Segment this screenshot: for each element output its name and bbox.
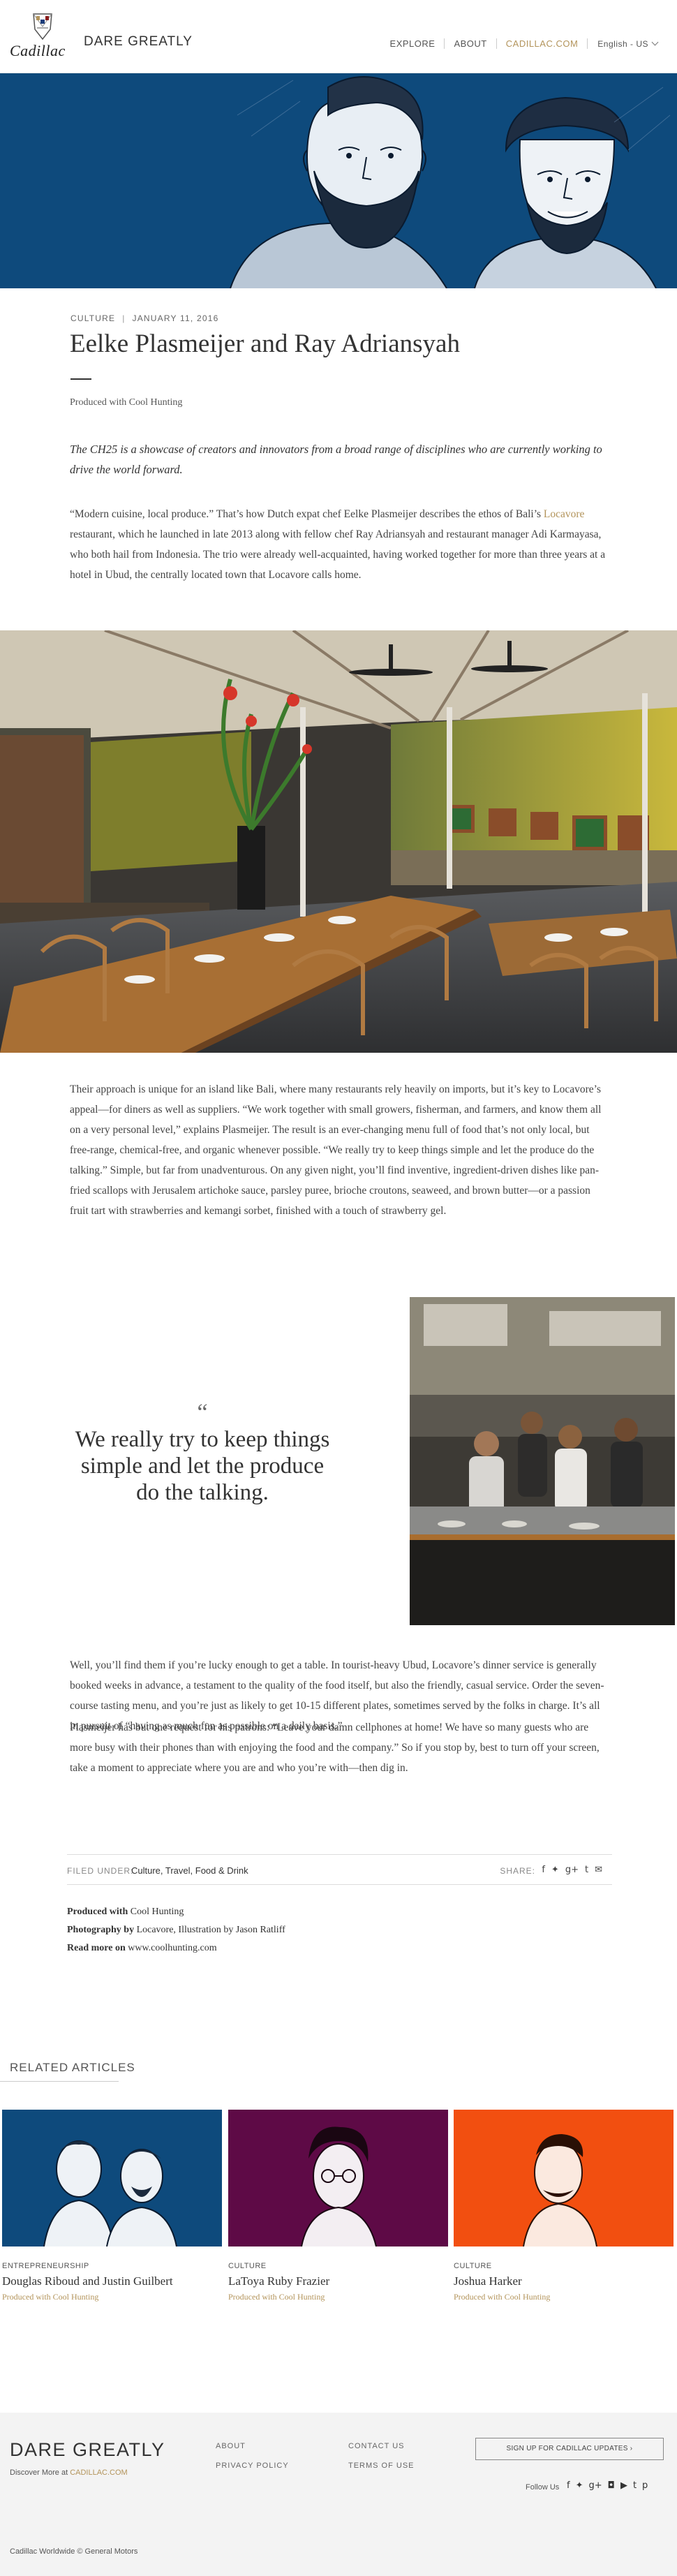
related-articles-heading: RELATED ARTICLES [10,2061,135,2074]
filed-under-tags[interactable]: Culture, Travel, Food & Drink [131,1865,248,1876]
restaurant-interior-photo [0,630,677,1053]
credit-value: Cool Hunting [130,1907,184,1917]
article-intro: The CH25 is a showcase of creators and i… [70,443,602,476]
discover-more: Discover More at CADILLAC.COM [10,2468,128,2477]
site-footer: DARE GREATLY Discover More at CADILLAC.C… [0,2413,677,2576]
related-thumbnail[interactable] [454,2110,674,2246]
paragraph-text: “Modern cuisine, local produce.” That’s … [70,508,544,520]
kitchen-chefs-image [410,1297,675,1625]
related-title[interactable]: LaToya Ruby Frazier [228,2274,448,2288]
filed-under-bar: FILED UNDER: Culture, Travel, Food & Dri… [67,1854,612,1885]
portrait-illustration [301,2126,377,2246]
hero-illustration [0,73,677,288]
discover-cadillac-link[interactable]: CADILLAC.COM [70,2468,128,2477]
related-produced: Produced with Cool Hunting [2,2292,99,2302]
title-divider [70,378,91,380]
article-title: Eelke Plasmeijer and Ray Adriansyah [70,330,460,358]
credit-value: Locavore, Illustration by Jason Ratliff [136,1925,285,1935]
article-category[interactable]: CULTURE [70,313,115,323]
related-category: CULTURE [228,2262,267,2270]
share-label: SHARE: [500,1866,535,1876]
credit-label: Produced with [67,1907,128,1917]
related-article-card[interactable]: CULTURE LaToya Ruby Frazier Produced wit… [228,2110,448,2302]
quote-mark-icon: “ [197,1400,208,1426]
credit-read-more: Read more on www.coolhunting.com [67,1939,285,1957]
tumblr-icon[interactable]: t [633,2480,637,2491]
related-title[interactable]: Joshua Harker [454,2274,674,2288]
pinterest-icon[interactable]: p [642,2480,648,2491]
portrait-illustration [523,2134,597,2246]
related-divider [0,2081,119,2082]
footer-privacy-link[interactable]: PRIVACY POLICY [216,2462,289,2470]
tumblr-icon[interactable]: t [585,1865,588,1875]
share-icons: f ✦ g+ t ✉ [542,1865,602,1875]
logo-text: Cadillac [10,42,66,59]
kitchen-chefs-photo [410,1297,675,1625]
related-thumbnail[interactable] [228,2110,448,2246]
meta-divider: | [122,313,126,323]
produced-with: Produced with Cool Hunting [70,397,183,408]
credit-label: Read more on [67,1943,126,1953]
chevron-down-icon [651,38,659,45]
cadillac-crest-icon [33,13,52,40]
footer-contact-link[interactable]: CONTACT US [348,2442,405,2450]
portrait-illustration [43,2140,177,2246]
signup-updates-button[interactable]: SIGN UP FOR CADILLAC UPDATES › [475,2438,664,2460]
related-title[interactable]: Douglas Riboud and Justin Guilbert [2,2274,222,2288]
related-produced: Produced with Cool Hunting [228,2292,325,2302]
footer-brand: DARE GREATLY [10,2439,165,2460]
instagram-icon[interactable]: ◘ [608,2480,615,2491]
site-title[interactable]: DARE GREATLY [84,34,193,50]
credit-produced: Produced with Cool Hunting [67,1903,285,1921]
article-credits: Produced with Cool Hunting Photography b… [67,1903,285,1957]
related-thumbnail[interactable] [2,2110,222,2246]
follow-us-label: Follow Us [526,2483,560,2492]
email-icon[interactable]: ✉ [595,1865,602,1875]
locavore-link[interactable]: Locavore [544,508,585,520]
credit-photography: Photography by Locavore, Illustration by… [67,1921,285,1939]
pull-quote: “ We really try to keep things simple an… [70,1400,335,1506]
nav-explore[interactable]: EXPLORE [381,38,445,49]
paragraph-text: restaurant, which he launched in late 20… [70,528,606,581]
youtube-icon[interactable]: ▶ [620,2480,627,2491]
article-paragraph: Plasmeijer has but one request for his p… [70,1722,600,1774]
site-header: Cadillac DARE GREATLY EXPLORE ABOUT CADI… [0,0,677,73]
pull-quote-text: We really try to keep things simple and … [75,1427,330,1505]
language-selector[interactable]: English - US [588,38,659,49]
restaurant-interior-image [0,630,677,1053]
related-category: CULTURE [454,2262,492,2270]
article-paragraph: Their approach is unique for an island l… [70,1083,602,1217]
language-label: English - US [597,38,648,49]
facebook-icon[interactable]: f [542,1865,545,1875]
google-plus-icon[interactable]: g+ [565,1865,579,1875]
read-more-link[interactable]: www.coolhunting.com [128,1943,216,1953]
related-category: ENTREPRENEURSHIP [2,2262,89,2270]
chefs-portrait-illustration [0,73,677,288]
credit-label: Photography by [67,1925,135,1935]
nav-cadillac-com[interactable]: CADILLAC.COM [497,38,588,49]
filed-under-label: FILED UNDER: [67,1866,134,1876]
related-produced: Produced with Cool Hunting [454,2292,551,2302]
twitter-icon[interactable]: ✦ [576,2480,583,2491]
article-meta: CULTURE | JANUARY 11, 2016 [70,313,218,323]
copyright: Cadillac Worldwide © General Motors [10,2547,138,2556]
footer-terms-link[interactable]: TERMS OF USE [348,2462,415,2470]
footer-about-link[interactable]: ABOUT [216,2442,246,2450]
main-nav: EXPLORE ABOUT CADILLAC.COM English - US [381,38,659,49]
twitter-icon[interactable]: ✦ [551,1865,559,1875]
cadillac-logo[interactable]: Cadillac [10,13,73,59]
social-icons: f ✦ g+ ◘ ▶ t p [567,2480,648,2491]
google-plus-icon[interactable]: g+ [588,2480,602,2491]
nav-about[interactable]: ABOUT [445,38,497,49]
discover-prefix: Discover More at [10,2468,68,2477]
related-article-card[interactable]: ENTREPRENEURSHIP Douglas Riboud and Just… [2,2110,222,2302]
facebook-icon[interactable]: f [567,2480,570,2491]
article-paragraph: “Modern cuisine, local produce.” That’s … [70,504,607,585]
related-article-card[interactable]: CULTURE Joshua Harker Produced with Cool… [454,2110,674,2302]
article-date: JANUARY 11, 2016 [132,313,219,323]
